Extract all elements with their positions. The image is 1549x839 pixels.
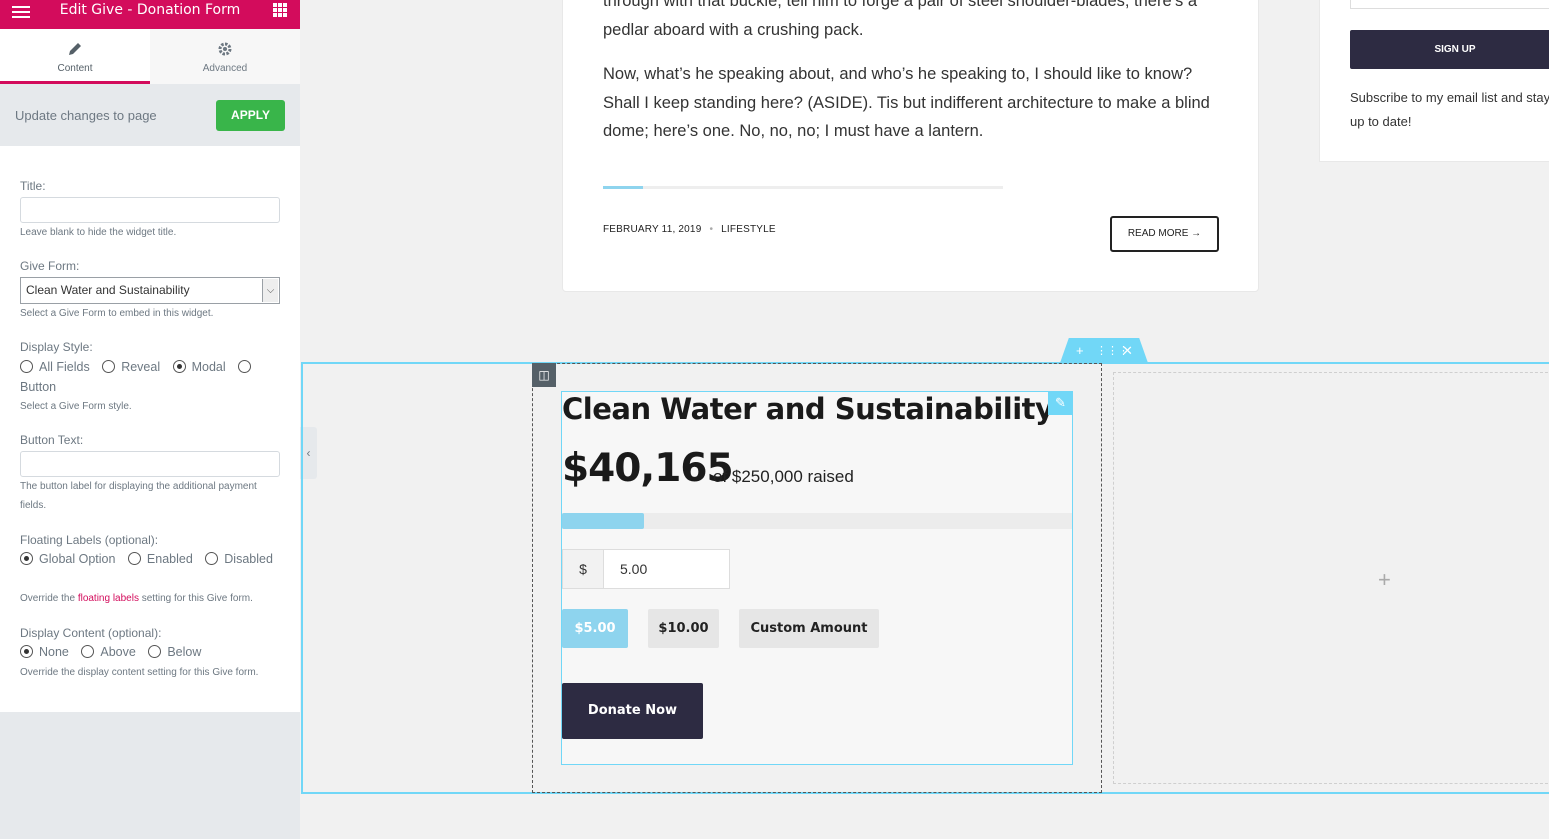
button-text-desc: The button label for displaying the addi… <box>20 481 257 511</box>
display-all-fields-radio[interactable] <box>20 360 33 373</box>
title-desc: Leave blank to hide the widget title. <box>20 227 177 238</box>
chevron-down-icon: ⌵ <box>262 279 278 302</box>
gear-icon <box>150 41 300 57</box>
post-divider <box>603 186 1003 189</box>
content-below-radio[interactable] <box>148 645 162 658</box>
donate-now-button[interactable]: Donate Now <box>562 683 703 739</box>
amount-value[interactable]: 5.00 <box>620 561 647 577</box>
progress-bar <box>562 513 1072 529</box>
display-button-radio[interactable] <box>238 360 252 373</box>
give-form-desc: Select a Give Form to embed in this widg… <box>20 308 214 319</box>
content-above-label: Above <box>100 645 136 659</box>
widgets-grid-icon[interactable] <box>273 3 287 17</box>
goal-text: of $250,000 raised <box>713 467 854 486</box>
apply-message: Update changes to page <box>15 108 157 123</box>
signup-button[interactable]: SIGN UP <box>1350 30 1549 69</box>
display-content-label: Display Content (optional): <box>20 626 162 640</box>
progress-fill <box>562 513 644 529</box>
form-title: Clean Water and Sustainability <box>562 392 1054 426</box>
display-style-label: Display Style: <box>20 340 93 354</box>
close-icon[interactable]: ✕ <box>1122 343 1133 359</box>
email-field[interactable] <box>1350 0 1549 9</box>
content-none-radio[interactable] <box>20 645 33 658</box>
post-meta: FEBRUARY 11, 2019 • LIFESTYLE <box>603 224 776 235</box>
button-text-label: Button Text: <box>20 433 84 447</box>
panel-controls: Title: Leave blank to hide the widget ti… <box>0 146 300 712</box>
section-handle: + ⋮⋮⋮ ✕ <box>1060 338 1148 363</box>
floating-disabled-label: Disabled <box>224 552 273 566</box>
panel-header: Edit Give - Donation Form <box>0 0 300 29</box>
content-above-radio[interactable] <box>81 645 95 658</box>
subscribe-card: SIGN UP Subscribe to my email list and s… <box>1319 0 1549 162</box>
display-style-radios: All Fields Reveal Modal Button <box>20 357 285 397</box>
floating-labels-desc: Override the floating labels setting for… <box>20 593 253 604</box>
title-input[interactable] <box>20 197 280 223</box>
add-section-icon[interactable]: + <box>1076 343 1084 358</box>
display-modal-label: Modal <box>191 360 226 374</box>
title-label: Title: <box>20 179 46 193</box>
display-content-desc: Override the display content setting for… <box>20 667 259 678</box>
edit-widget-icon[interactable]: ✎ <box>1048 391 1073 415</box>
display-style-desc: Select a Give Form style. <box>20 401 132 412</box>
post-paragraph: Now, what’s he speaking about, and who’s… <box>603 65 1210 140</box>
editor-panel: Edit Give - Donation Form Content Advanc… <box>0 0 300 839</box>
add-widget-icon[interactable]: + <box>1378 567 1391 593</box>
custom-amount-button[interactable]: Custom Amount <box>739 609 879 648</box>
column-handle-icon[interactable]: ◫ <box>532 363 556 387</box>
give-form-widget[interactable]: Clean Water and Sustainability $40,165 o… <box>561 391 1073 765</box>
amount-input[interactable]: $ 5.00 <box>562 549 730 589</box>
level-button-10[interactable]: $10.00 <box>648 609 719 648</box>
tab-content-label: Content <box>57 63 93 74</box>
read-more-button[interactable]: READ MORE → <box>1110 216 1219 252</box>
apply-bar: Update changes to page APPLY <box>0 84 300 146</box>
display-content-radios: None Above Below <box>20 642 285 662</box>
display-modal-radio[interactable] <box>172 360 186 373</box>
floating-labels-label: Floating Labels (optional): <box>20 533 159 547</box>
display-all-fields-label: All Fields <box>39 360 90 374</box>
give-form-select[interactable]: Clean Water and Sustainability ⌵ <box>20 277 280 304</box>
give-form-label: Give Form: <box>20 259 80 273</box>
empty-column[interactable]: + <box>1113 372 1549 784</box>
display-reveal-radio[interactable] <box>102 360 116 373</box>
display-button-label: Button <box>20 380 57 394</box>
tab-advanced[interactable]: Advanced <box>150 29 300 84</box>
floating-global-radio[interactable] <box>20 552 33 565</box>
floating-global-label: Global Option <box>39 552 116 566</box>
post-date: FEBRUARY 11, 2019 <box>603 224 702 235</box>
raised-amount: $40,165 <box>562 446 734 491</box>
content-none-label: None <box>39 645 69 659</box>
floating-labels-radios: Global Option Enabled Disabled <box>20 549 285 569</box>
floating-disabled-radio[interactable] <box>205 552 219 565</box>
floating-enabled-label: Enabled <box>146 552 193 566</box>
display-reveal-label: Reveal <box>121 360 161 374</box>
apply-button[interactable]: APPLY <box>216 100 285 131</box>
post-paragraph: through with that buckle, tell him to fo… <box>603 0 1198 39</box>
tab-content[interactable]: Content <box>0 29 150 84</box>
pencil-icon <box>0 41 150 57</box>
button-text-input[interactable] <box>20 451 280 477</box>
level-button-5[interactable]: $5.00 <box>562 609 628 648</box>
post-category[interactable]: LIFESTYLE <box>721 224 776 235</box>
currency-symbol: $ <box>563 550 604 588</box>
panel-tabs: Content Advanced <box>0 29 300 84</box>
floating-enabled-radio[interactable] <box>127 552 141 565</box>
tab-advanced-label: Advanced <box>202 63 248 74</box>
panel-title: Edit Give - Donation Form <box>59 2 241 18</box>
content-below-label: Below <box>167 645 202 659</box>
post-card: through with that buckle, tell him to fo… <box>562 0 1259 292</box>
subscribe-text: Subscribe to my email list and stay up t… <box>1350 90 1549 129</box>
floating-labels-link[interactable]: floating labels <box>78 593 139 604</box>
give-form-select-value: Clean Water and Sustainability <box>26 283 190 297</box>
